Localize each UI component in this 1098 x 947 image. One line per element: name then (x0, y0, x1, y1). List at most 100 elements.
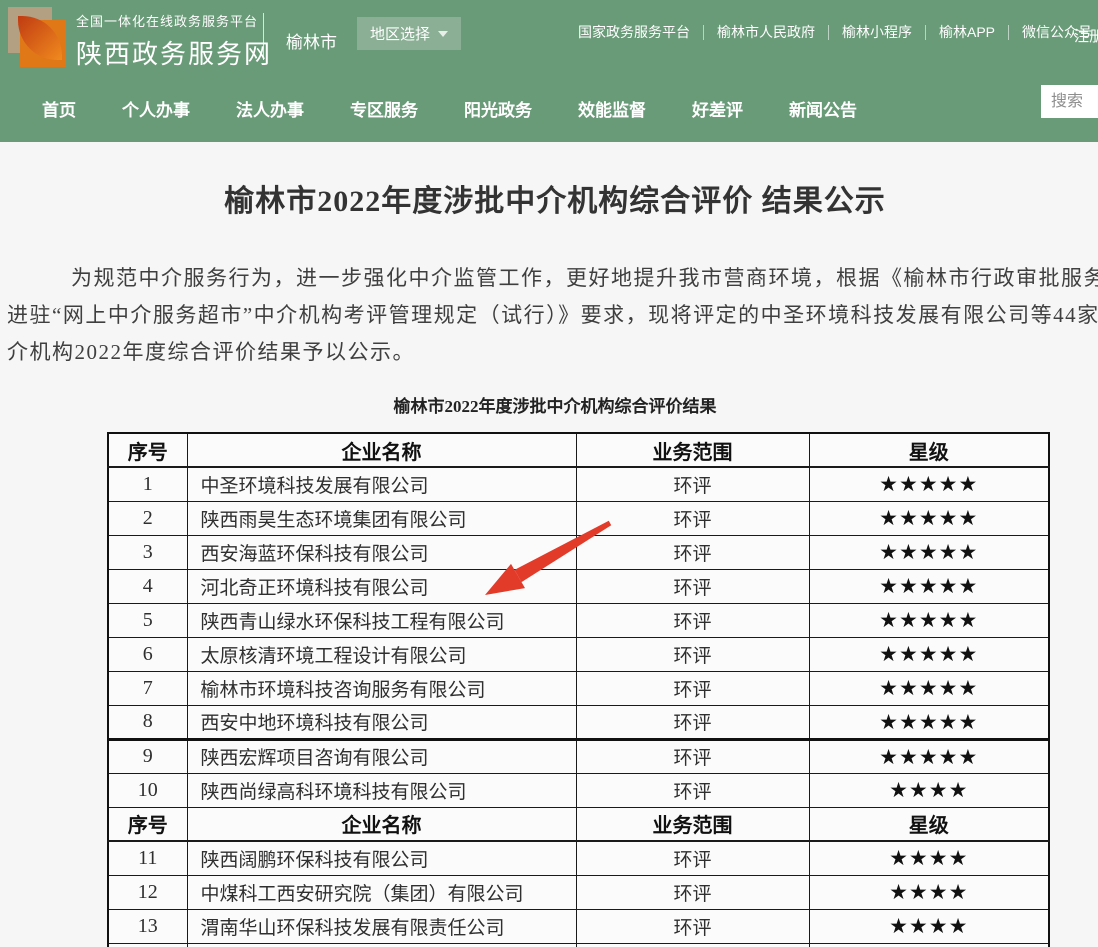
cell-stars: ★★★★ (809, 875, 1049, 909)
search-input[interactable] (1041, 85, 1098, 118)
link-divider (925, 25, 926, 40)
paragraph-line: 介机构2022年度综合评价结果予以公示。 (7, 334, 1098, 371)
link-city-government[interactable]: 榆林市人民政府 (717, 22, 815, 42)
column-header: 业务范围 (576, 433, 809, 467)
main-nav: 首页 个人办事 法人办事 专区服务 阳光政务 效能监督 好差评 新闻公告 (0, 74, 1098, 142)
cell-scope: 环评 (576, 739, 809, 773)
page: 全国一体化在线政务服务平台 陕西政务服务网 榆林市 地区选择 国家政务服务平台 … (0, 0, 1098, 947)
table-row: 11陕西阔鹏环保科技有限公司环评★★★★ (108, 841, 1049, 875)
nav-item-home[interactable]: 首页 (42, 96, 76, 121)
cell-no: 11 (108, 841, 187, 875)
site-header: 全国一体化在线政务服务平台 陕西政务服务网 榆林市 地区选择 国家政务服务平台 … (0, 0, 1098, 142)
cell-no: 9 (108, 739, 187, 773)
cell-scope: 环评 (576, 841, 809, 875)
cell-stars: ★★★★ (809, 841, 1049, 875)
column-header: 星级 (809, 807, 1049, 841)
register-link[interactable]: 注册 (1074, 25, 1098, 46)
cell-name: 中煤科工西安研究院（集团）有限公司 (187, 875, 576, 909)
site-logo[interactable] (8, 7, 66, 67)
table-row: 7榆林市环境科技咨询服务有限公司环评★★★★★ (108, 671, 1049, 705)
cell-empty (187, 943, 576, 947)
cell-scope: 环评 (576, 671, 809, 705)
cell-name: 西安海蓝环保科技有限公司 (187, 535, 576, 569)
column-header: 企业名称 (187, 807, 576, 841)
table-row: 6太原核清环境工程设计有限公司环评★★★★★ (108, 637, 1049, 671)
table-row-partial (108, 943, 1049, 947)
link-divider (703, 25, 704, 40)
table-header-row: 序号企业名称业务范围星级 (108, 807, 1049, 841)
cell-scope: 环评 (576, 467, 809, 501)
cell-scope: 环评 (576, 875, 809, 909)
cell-empty (809, 943, 1049, 947)
paragraph-line: 进驻“网上中介服务超市”中介机构考评管理规定（试行）》要求，现将评定的中圣环境科… (7, 297, 1098, 334)
cell-no: 5 (108, 603, 187, 637)
link-divider (828, 25, 829, 40)
cell-scope: 环评 (576, 603, 809, 637)
column-header: 企业名称 (187, 433, 576, 467)
cell-stars: ★★★★ (809, 909, 1049, 943)
cell-no: 2 (108, 501, 187, 535)
column-header: 业务范围 (576, 807, 809, 841)
table-row: 4河北奇正环境科技有限公司环评★★★★★ (108, 569, 1049, 603)
cell-stars: ★★★★★ (809, 535, 1049, 569)
cell-stars: ★★★★★ (809, 569, 1049, 603)
cell-name: 西安中地环境科技有限公司 (187, 705, 576, 739)
nav-item-supervision[interactable]: 效能监督 (578, 96, 646, 121)
cell-empty (576, 943, 809, 947)
cell-stars: ★★★★★ (809, 467, 1049, 501)
table-row: 2陕西雨昊生态环境集团有限公司环评★★★★★ (108, 501, 1049, 535)
evaluation-table: 序号企业名称业务范围星级1中圣环境科技发展有限公司环评★★★★★2陕西雨昊生态环… (107, 432, 1050, 947)
nav-item-rating[interactable]: 好差评 (692, 96, 743, 121)
cell-empty (108, 943, 187, 947)
cell-scope: 环评 (576, 637, 809, 671)
cell-stars: ★★★★★ (809, 603, 1049, 637)
cell-scope: 环评 (576, 705, 809, 739)
table-header-row: 序号企业名称业务范围星级 (108, 433, 1049, 467)
table-row: 13渭南华山环保科技发展有限责任公司环评★★★★ (108, 909, 1049, 943)
brand-text: 全国一体化在线政务服务平台 陕西政务服务网 (76, 11, 272, 71)
cell-name: 榆林市环境科技咨询服务有限公司 (187, 671, 576, 705)
link-divider (1008, 25, 1009, 40)
current-city-label: 榆林市 (286, 28, 337, 53)
table-row: 5陕西青山绿水环保科技工程有限公司环评★★★★★ (108, 603, 1049, 637)
region-selector-button[interactable]: 地区选择 (357, 17, 461, 50)
column-header: 序号 (108, 807, 187, 841)
cell-scope: 环评 (576, 909, 809, 943)
cell-name: 陕西雨昊生态环境集团有限公司 (187, 501, 576, 535)
notice-paragraph: 为规范中介服务行为，进一步强化中介监管工作，更好地提升我市营商环境，根据《榆林市… (7, 260, 1098, 371)
table-row: 3西安海蓝环保科技有限公司环评★★★★★ (108, 535, 1049, 569)
cell-stars: ★★★★★ (809, 671, 1049, 705)
link-national-platform[interactable]: 国家政务服务平台 (578, 22, 690, 42)
header-divider (263, 13, 264, 60)
cell-name: 陕西阔鹏环保科技有限公司 (187, 841, 576, 875)
nav-item-open-government[interactable]: 阳光政务 (464, 96, 532, 121)
cell-stars: ★★★★★ (809, 705, 1049, 739)
cell-name: 陕西尚绿高科环境科技有限公司 (187, 773, 576, 807)
link-city-app[interactable]: 榆林APP (939, 22, 995, 42)
nav-item-news[interactable]: 新闻公告 (789, 96, 857, 121)
nav-item-personal[interactable]: 个人办事 (122, 96, 190, 121)
site-name: 陕西政务服务网 (76, 34, 272, 71)
cell-scope: 环评 (576, 773, 809, 807)
cell-name: 陕西青山绿水环保科技工程有限公司 (187, 603, 576, 637)
cell-scope: 环评 (576, 569, 809, 603)
table-row: 10陕西尚绿高科环境科技有限公司环评★★★★ (108, 773, 1049, 807)
nav-item-zone-services[interactable]: 专区服务 (350, 96, 418, 121)
cell-no: 10 (108, 773, 187, 807)
cell-no: 4 (108, 569, 187, 603)
cell-name: 陕西宏辉项目咨询有限公司 (187, 739, 576, 773)
cell-no: 7 (108, 671, 187, 705)
link-mini-program[interactable]: 榆林小程序 (842, 22, 912, 42)
quick-links: 国家政务服务平台 榆林市人民政府 榆林小程序 榆林APP 微信公众号 (578, 22, 1092, 42)
column-header: 序号 (108, 433, 187, 467)
platform-tagline: 全国一体化在线政务服务平台 (76, 11, 272, 30)
column-header: 星级 (809, 433, 1049, 467)
paragraph-line: 为规范中介服务行为，进一步强化中介监管工作，更好地提升我市营商环境，根据《榆林市… (7, 260, 1098, 297)
table-body: 序号企业名称业务范围星级1中圣环境科技发展有限公司环评★★★★★2陕西雨昊生态环… (108, 433, 1049, 947)
nav-item-legal-person[interactable]: 法人办事 (236, 96, 304, 121)
cell-no: 8 (108, 705, 187, 739)
cell-stars: ★★★★★ (809, 637, 1049, 671)
cell-name: 河北奇正环境科技有限公司 (187, 569, 576, 603)
cell-name: 中圣环境科技发展有限公司 (187, 467, 576, 501)
cell-scope: 环评 (576, 535, 809, 569)
